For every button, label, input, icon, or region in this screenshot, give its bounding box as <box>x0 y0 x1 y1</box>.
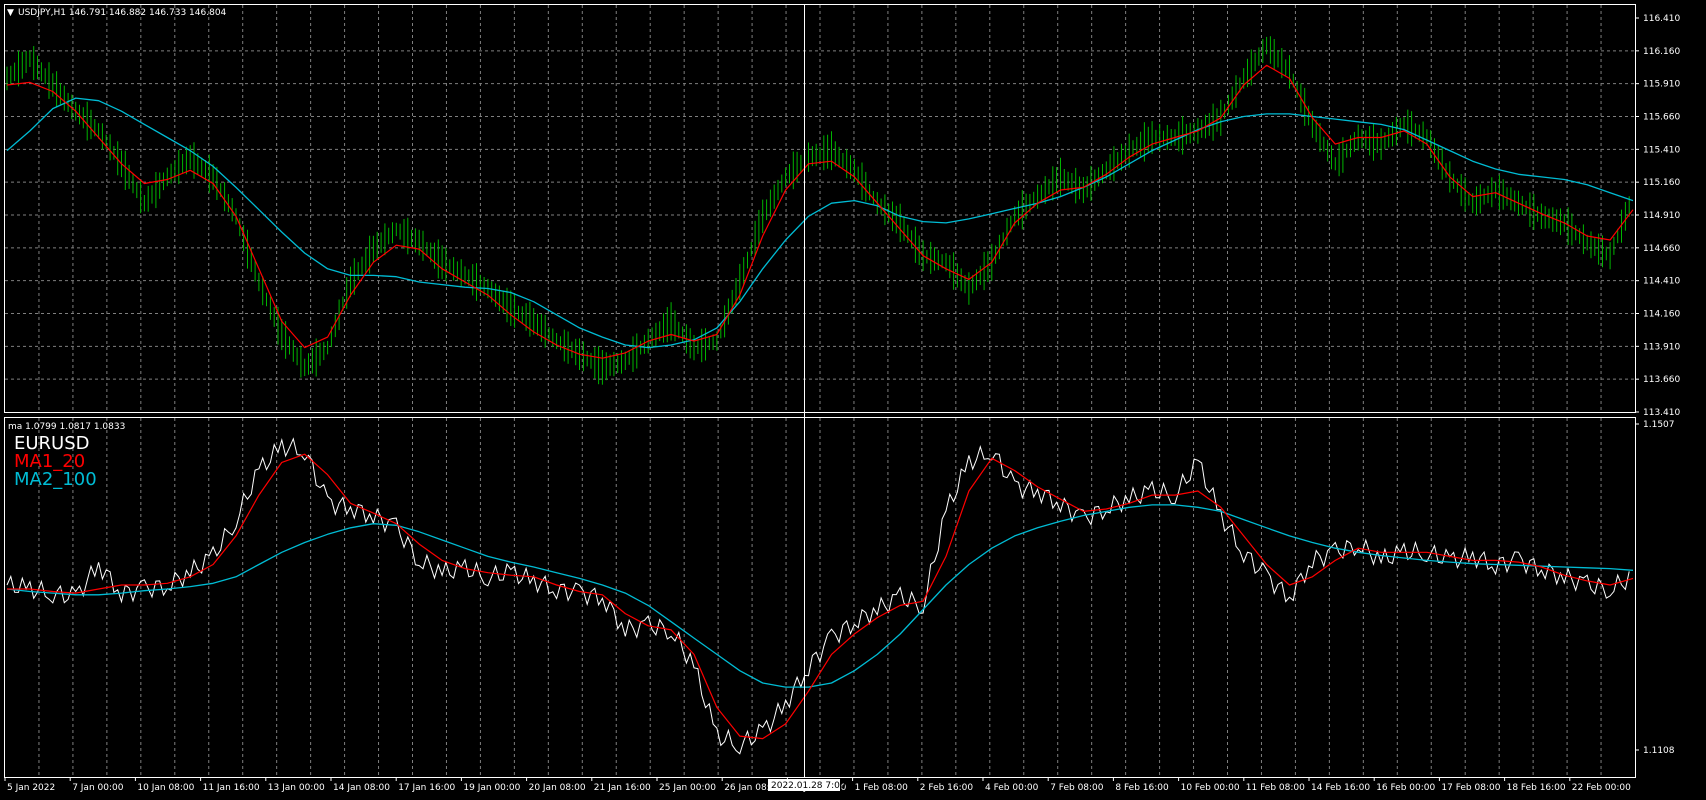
time-label: 2 Feb 16:00 <box>920 783 974 793</box>
time-label: 21 Jan 16:00 <box>594 783 651 793</box>
sub-pane-grid <box>38 418 1602 777</box>
time-label: 19 Jan 00:00 <box>463 783 520 793</box>
price-label: 115.660 <box>1643 113 1680 123</box>
legend-ma2-100: MA2_100 <box>14 469 97 490</box>
price-label: 113.660 <box>1643 375 1680 385</box>
time-label: 14 Jan 08:00 <box>333 783 390 793</box>
time-label: 17 Jan 16:00 <box>398 783 455 793</box>
sub-price-axis: 1.1507 1.1108 <box>1635 420 1675 756</box>
price-label: 114.410 <box>1643 277 1680 287</box>
price-label: 113.410 <box>1643 408 1680 418</box>
time-label: 17 Feb 08:00 <box>1441 783 1500 793</box>
time-label: 11 Feb 08:00 <box>1246 783 1305 793</box>
time-label: 18 Feb 16:00 <box>1507 783 1566 793</box>
price-label: 1.1108 <box>1643 746 1675 756</box>
price-label: 1.1507 <box>1643 420 1675 430</box>
trading-terminal-chart[interactable]: 116.410 116.160 115.910 115.660 115.410 115.1… <box>0 0 1706 800</box>
time-label: 8 Feb 16:00 <box>1115 783 1169 793</box>
time-label: 22 Feb 00:00 <box>1572 783 1631 793</box>
price-label: 113.910 <box>1643 342 1680 352</box>
time-label: 10 Feb 00:00 <box>1181 783 1240 793</box>
time-label: 14 Feb 16:00 <box>1311 783 1370 793</box>
dropdown-triangle-icon[interactable]: ▼ <box>7 8 14 18</box>
main-pane-header: USDJPY,H1 146.791 146.882 146.733 146.80… <box>18 8 227 18</box>
time-label: 11 Jan 16:00 <box>203 783 260 793</box>
sub-pane-header: ma 1.0799 1.0817 1.0833 <box>8 422 125 432</box>
price-label: 116.410 <box>1643 14 1680 24</box>
time-label: 7 Feb 08:00 <box>1050 783 1104 793</box>
time-label: 10 Jan 08:00 <box>137 783 194 793</box>
time-label: 20 Jan 08:00 <box>529 783 586 793</box>
price-label: 114.160 <box>1643 310 1680 320</box>
time-label: 16 Feb 00:00 <box>1376 783 1435 793</box>
svg-text:2022.01.28 7:00: 2022.01.28 7:00 <box>771 781 846 791</box>
time-label: 7 Jan 00:00 <box>72 783 124 793</box>
main-price-axis: 116.410 116.160 115.910 115.660 115.410 115.1… <box>1635 14 1680 418</box>
time-label: 13 Jan 00:00 <box>268 783 325 793</box>
time-label: 4 Feb 00:00 <box>985 783 1039 793</box>
main-pane-series[interactable] <box>6 36 1634 385</box>
price-label: 114.910 <box>1643 211 1680 221</box>
time-label: 25 Jan 00:00 <box>659 783 716 793</box>
price-label: 116.160 <box>1643 47 1680 57</box>
price-label: 115.410 <box>1643 145 1680 155</box>
price-label: 115.910 <box>1643 80 1680 90</box>
crosshair-time-label: 2022.01.28 7:00 <box>768 779 846 791</box>
main-pane-grid <box>5 5 1635 412</box>
sub-pane-frame <box>4 417 1636 778</box>
time-label: 5 Jan 2022 <box>7 783 55 793</box>
time-label: 1 Feb 08:00 <box>855 783 909 793</box>
eurusd-line <box>6 437 1630 755</box>
price-label: 115.160 <box>1643 178 1680 188</box>
price-label: 114.660 <box>1643 244 1680 254</box>
